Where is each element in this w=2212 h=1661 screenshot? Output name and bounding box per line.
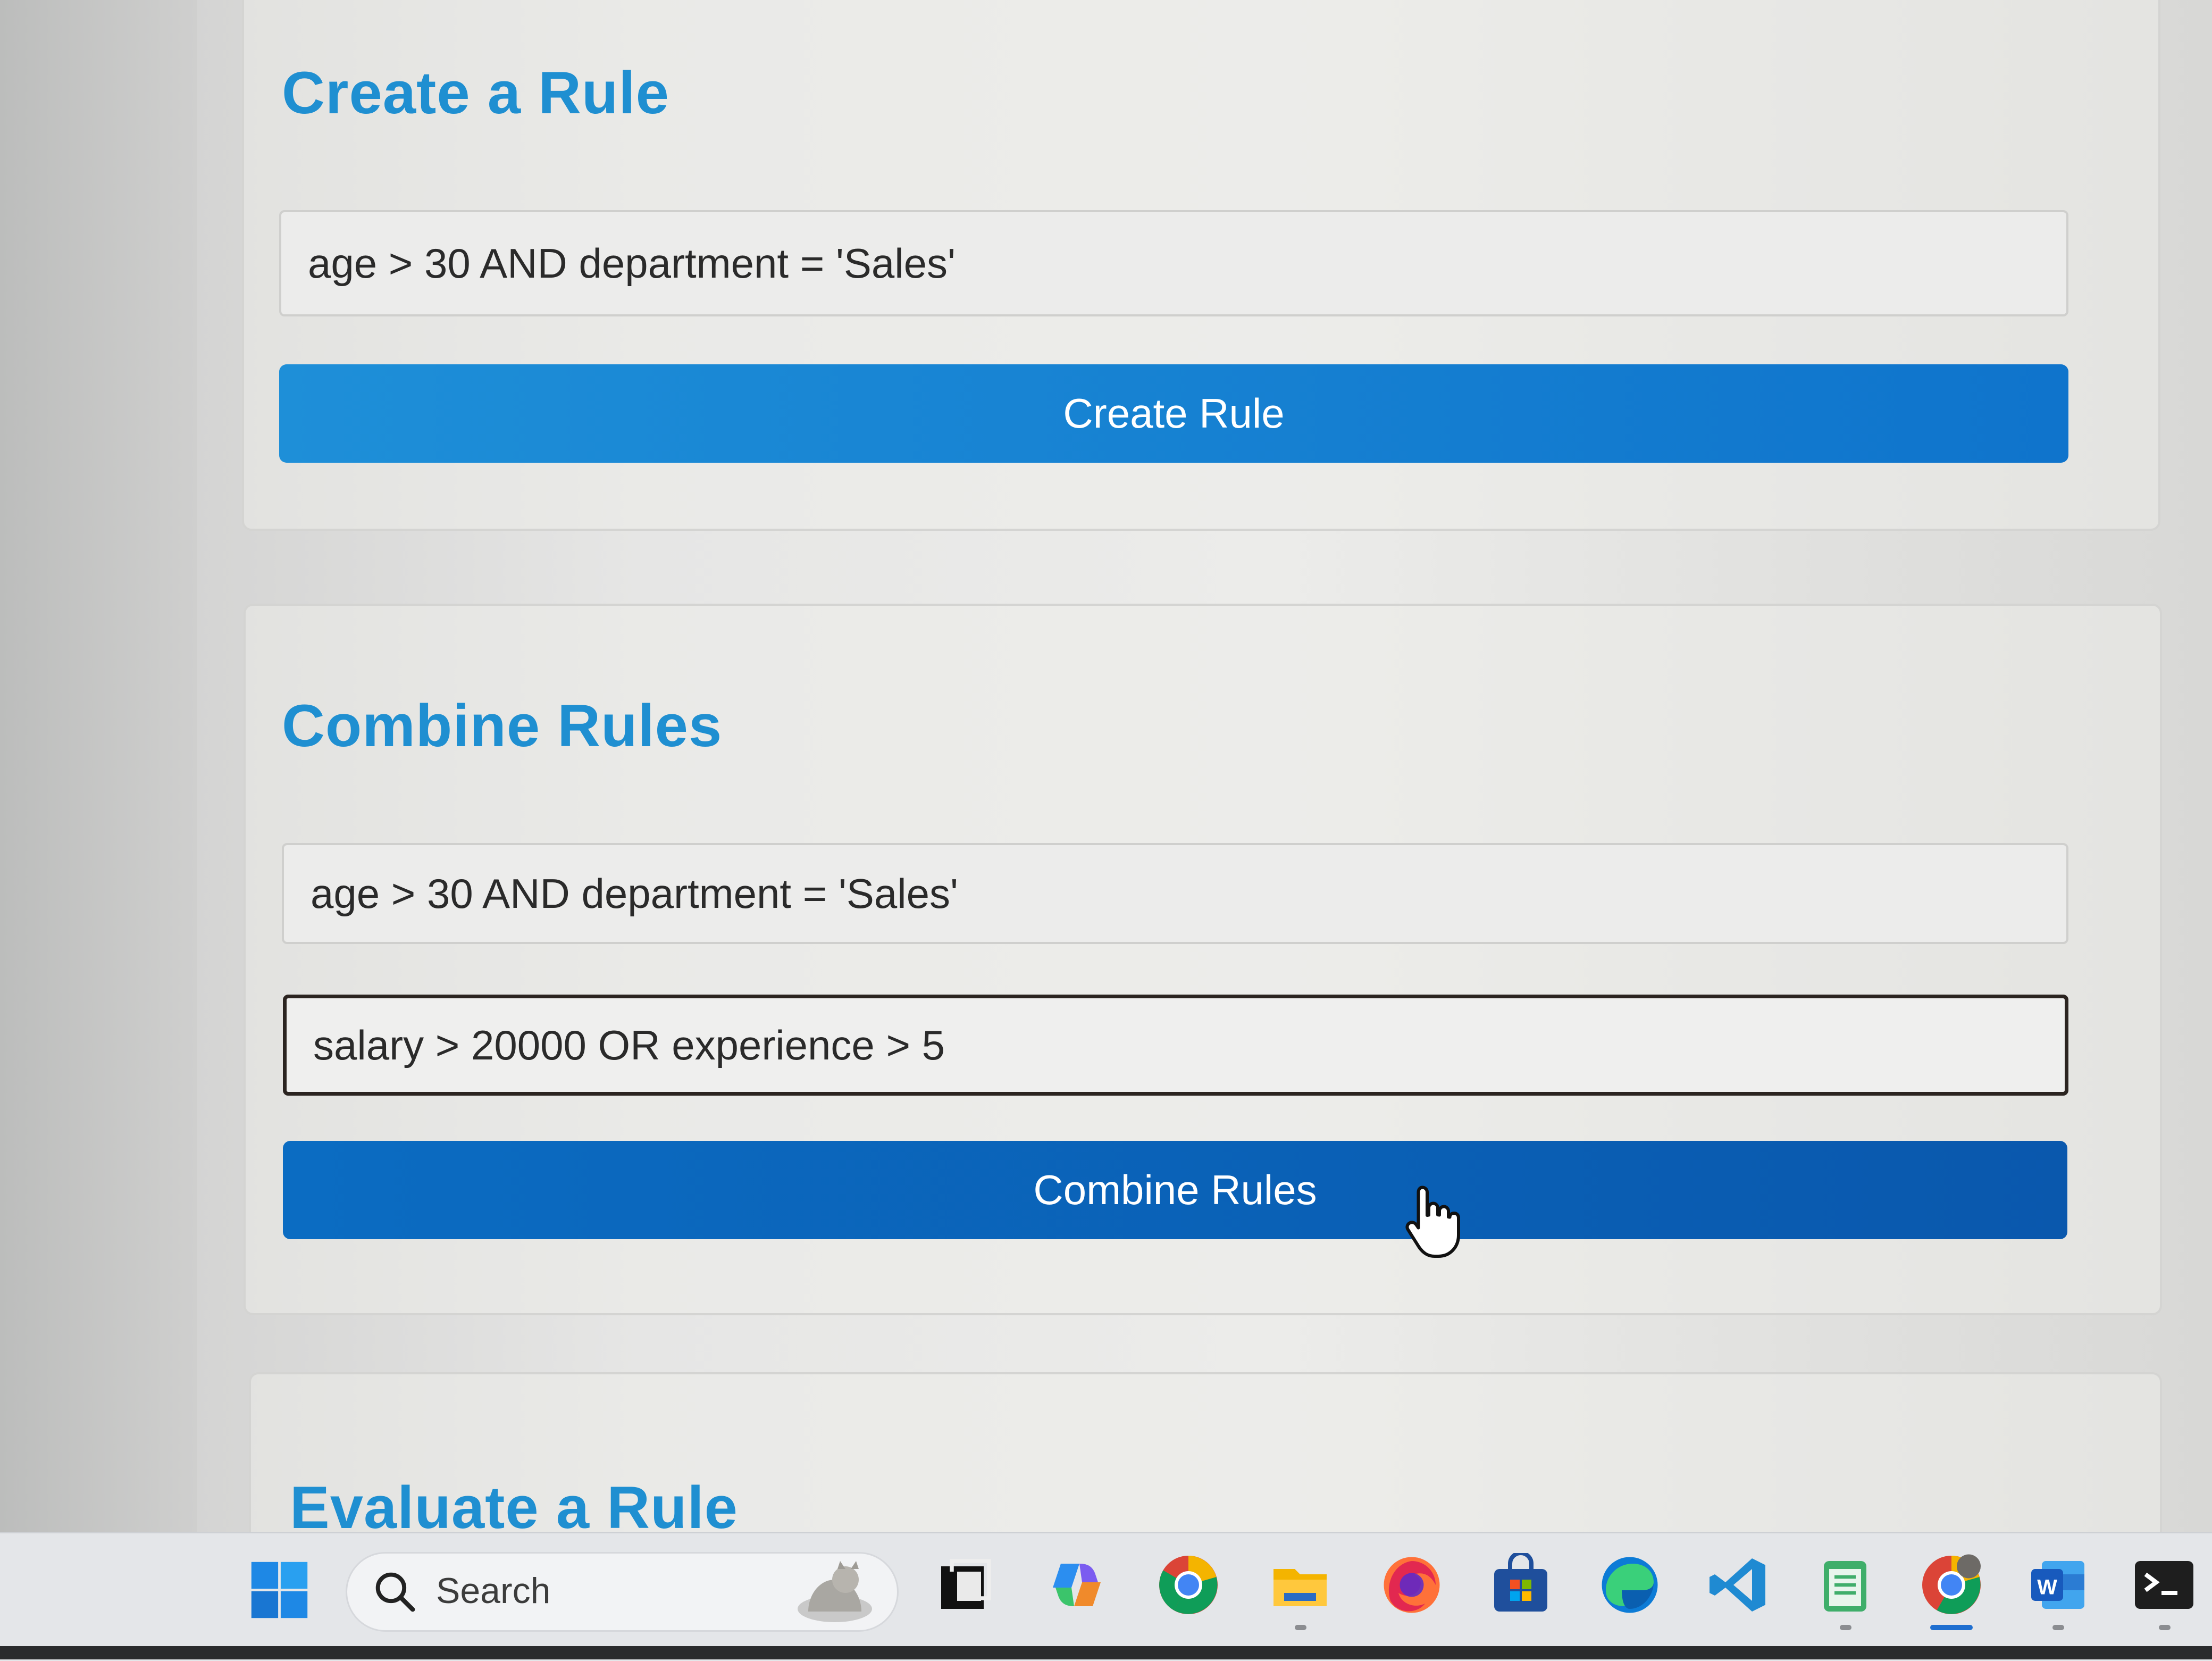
- word-running-indicator: [2052, 1625, 2064, 1630]
- word-icon[interactable]: W: [2026, 1553, 2090, 1617]
- create-rule-input[interactable]: [279, 210, 2068, 316]
- create-rule-title: Create a Rule: [282, 60, 669, 126]
- left-gutter: [0, 0, 197, 1532]
- terminal-icon[interactable]: [2132, 1553, 2196, 1617]
- file-explorer-icon[interactable]: [1268, 1553, 1332, 1617]
- combine-rules-title: Combine Rules: [282, 692, 723, 759]
- firefox-icon[interactable]: [1380, 1553, 1444, 1617]
- edge-icon[interactable]: [1598, 1553, 1662, 1617]
- chrome-icon[interactable]: [1157, 1553, 1220, 1617]
- create-rule-button[interactable]: Create Rule: [279, 364, 2068, 463]
- hand-pointer-cursor-icon: [1405, 1186, 1460, 1258]
- notepad-icon[interactable]: [1813, 1553, 1877, 1617]
- task-view-icon[interactable]: [933, 1553, 997, 1617]
- search-highlight-image: [798, 1561, 872, 1622]
- search-icon: [375, 1572, 415, 1612]
- chrome-active-icon[interactable]: [1920, 1553, 1983, 1617]
- combine-rule2-input[interactable]: [283, 995, 2068, 1096]
- terminal-running-indicator: [2159, 1625, 2171, 1630]
- microsoft-store-icon[interactable]: [1489, 1553, 1553, 1617]
- notepad-running-indicator: [1840, 1625, 1851, 1630]
- combine-rules-button[interactable]: Combine Rules: [283, 1141, 2067, 1239]
- file-explorer-running-indicator: [1295, 1625, 1306, 1630]
- combine-rule1-input[interactable]: [282, 843, 2068, 944]
- svg-text:W: W: [2037, 1576, 2057, 1599]
- start-icon[interactable]: [249, 1559, 310, 1621]
- taskbar-search-label: Search: [436, 1571, 551, 1611]
- chrome-active-indicator: [1930, 1625, 1973, 1630]
- monitor-bezel: [0, 1646, 2212, 1659]
- vscode-icon[interactable]: [1707, 1553, 1771, 1617]
- copilot-icon[interactable]: [1045, 1553, 1109, 1617]
